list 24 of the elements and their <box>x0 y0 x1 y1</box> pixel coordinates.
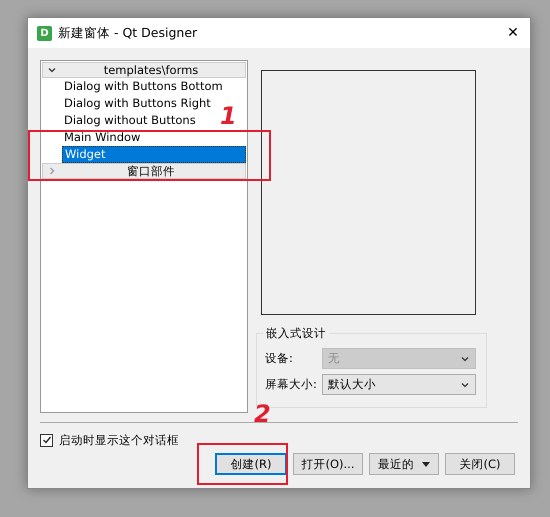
dropdown-triangle-icon <box>422 462 430 466</box>
dialog-button[interactable]: 打开(O)... <box>293 453 363 475</box>
dialog-button[interactable]: 关闭(C) <box>445 453 515 475</box>
window-title: 新建窗体 - Qt Designer <box>58 24 198 42</box>
annotation-number: 2 <box>254 402 271 426</box>
annotation-number: 1 <box>220 104 237 128</box>
tree-group-header[interactable]: templates\forms <box>42 62 246 78</box>
group-title: 嵌入式设计 <box>263 326 329 341</box>
checkbox[interactable] <box>40 434 53 446</box>
dropdown[interactable]: 默认大小 <box>322 374 476 395</box>
checkbox-label: 启动时显示这个对话框 <box>59 432 179 448</box>
expand-chevron-icon[interactable] <box>47 65 57 75</box>
dialog-button[interactable]: 最近的 <box>369 453 439 475</box>
field-label: 设备: <box>265 351 294 366</box>
tree-item[interactable]: Widget <box>62 146 246 163</box>
app-icon: D <box>37 26 52 40</box>
close-button[interactable]: ✕ <box>496 18 530 48</box>
tree-item[interactable]: Dialog without Buttons <box>62 112 196 129</box>
dialog-button[interactable]: 创建(R) <box>215 453 287 475</box>
tree-item[interactable]: Dialog with Buttons Bottom <box>62 78 223 95</box>
tree-group-header[interactable]: 窗口部件 <box>42 163 246 179</box>
field-label: 屏幕大小: <box>265 377 318 392</box>
tree-item[interactable]: Main Window <box>62 129 140 146</box>
tree-item[interactable]: Dialog with Buttons Right <box>62 95 211 112</box>
